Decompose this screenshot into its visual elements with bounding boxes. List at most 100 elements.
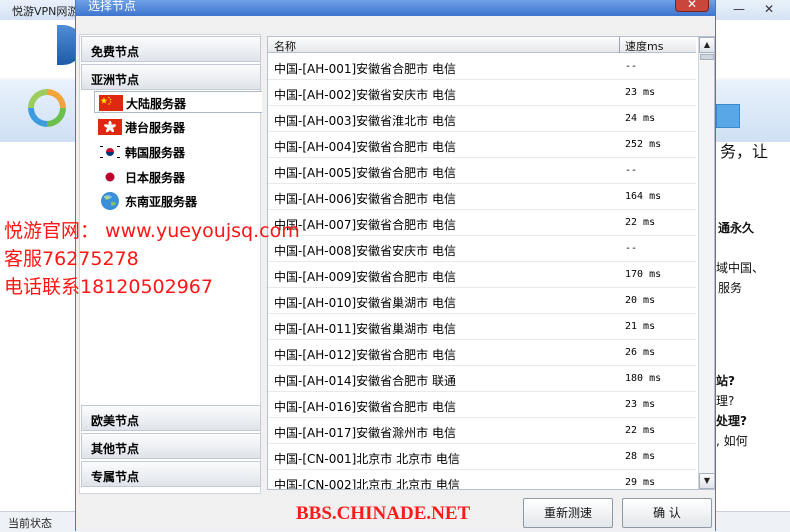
server-speed: 22 ms <box>625 425 656 436</box>
server-speed: 20 ms <box>625 295 656 306</box>
server-row[interactable]: 中国-[AH-006]安徽省合肥市 电信 164 ms <box>268 184 696 210</box>
category-asia[interactable]: 亚洲节点 <box>81 64 261 90</box>
side-text: 站? <box>716 374 735 388</box>
server-group-mainland[interactable]: 大陆服务器 <box>94 91 262 113</box>
server-row[interactable]: 中国-[AH-008]安徽省安庆市 电信 -- <box>268 236 696 262</box>
retest-speed-button[interactable]: 重新测速 <box>523 498 613 528</box>
server-name: 中国-[AH-001]安徽省合肥市 电信 <box>274 62 456 76</box>
dialog-title-bar: 选择节点 ✕ <box>76 0 715 16</box>
server-row[interactable]: 中国-[AH-010]安徽省巢湖市 电信 20 ms <box>268 288 696 314</box>
server-group-label: 韩国服务器 <box>125 146 186 160</box>
server-row[interactable]: 中国-[AH-014]安徽省合肥市 联通 180 ms <box>268 366 696 392</box>
server-name: 中国-[AH-011]安徽省巢湖市 电信 <box>274 322 456 336</box>
server-speed: 164 ms <box>625 191 662 202</box>
status-text: 当前状态 <box>8 517 52 530</box>
side-text: 务，让 <box>720 142 769 161</box>
server-name: 中国-[CN-002]北京市 北京市 电信 <box>274 478 460 490</box>
column-header-name[interactable]: 名称 <box>274 38 296 54</box>
server-group-korea[interactable]: 韩国服务器 <box>94 141 262 163</box>
close-icon: ✕ <box>686 0 698 11</box>
server-speed: -- <box>625 165 638 176</box>
main-right-panel: 务，让 通永久 域中国、 服务 站? 理? 处理? , 如何 <box>716 142 790 512</box>
server-speed: -- <box>625 61 638 72</box>
server-row[interactable]: 中国-[AH-002]安徽省安庆市 电信 23 ms <box>268 80 696 106</box>
server-speed: 21 ms <box>625 321 656 332</box>
server-speed: 28 ms <box>625 451 656 462</box>
scroll-thumb[interactable] <box>700 54 714 60</box>
server-row[interactable]: 中国-[AH-001]安徽省合肥市 电信 -- <box>268 54 696 80</box>
korea-flag-icon <box>98 144 122 160</box>
server-row[interactable]: 中国-[AH-017]安徽省滁州市 电信 22 ms <box>268 418 696 444</box>
server-name: 中国-[AH-017]安徽省滁州市 电信 <box>274 426 456 440</box>
server-row[interactable]: 中国-[AH-004]安徽省合肥市 电信 252 ms <box>268 132 696 158</box>
server-speed: 180 ms <box>625 373 662 384</box>
server-group-label: 日本服务器 <box>125 171 186 185</box>
globe-icon <box>101 192 119 210</box>
server-row[interactable]: 中国-[AH-007]安徽省合肥市 电信 22 ms <box>268 210 696 236</box>
server-speed: 22 ms <box>625 217 656 228</box>
confirm-button[interactable]: 确 认 <box>622 498 712 528</box>
server-speed: 29 ms <box>625 477 656 488</box>
close-icon[interactable]: ✕ <box>756 2 782 18</box>
server-list: 名称 速度ms 中国-[AH-001]安徽省合肥市 电信 -- 中国-[AH-002… <box>267 36 715 490</box>
server-row[interactable]: 中国-[CN-002]北京市 北京市 电信 29 ms <box>268 470 696 490</box>
dialog-close-button[interactable]: ✕ <box>675 0 709 12</box>
scroll-up-icon[interactable]: ▲ <box>699 37 714 53</box>
minimize-icon[interactable]: — <box>726 2 752 18</box>
server-speed: 23 ms <box>625 399 656 410</box>
china-flag-icon <box>99 95 123 111</box>
server-name: 中国-[CN-001]北京市 北京市 电信 <box>274 452 460 466</box>
server-group-hk-tw[interactable]: 港台服务器 <box>94 116 262 138</box>
connect-button[interactable] <box>716 104 740 128</box>
main-window-title: 悦游VPN网游 <box>12 5 79 18</box>
server-row[interactable]: 中国-[AH-012]安徽省合肥市 电信 26 ms <box>268 340 696 366</box>
scroll-down-icon[interactable]: ▼ <box>699 473 714 489</box>
server-speed: -- <box>625 243 638 254</box>
category-europe-america[interactable]: 欧美节点 <box>81 405 261 431</box>
server-name: 中国-[AH-004]安徽省合肥市 电信 <box>274 140 456 154</box>
server-speed: 26 ms <box>625 347 656 358</box>
server-name: 中国-[AH-006]安徽省合肥市 电信 <box>274 192 456 206</box>
server-speed: 24 ms <box>625 113 656 124</box>
server-name: 中国-[AH-014]安徽省合肥市 联通 <box>274 374 456 388</box>
server-group-southeast-asia[interactable]: 东南亚服务器 <box>94 190 262 212</box>
side-text: 服务 <box>718 281 743 295</box>
server-group-label: 东南亚服务器 <box>125 195 198 209</box>
phone-overlay-text: 电话联系18120502967 <box>4 276 213 298</box>
server-row[interactable]: 中国-[AH-009]安徽省合肥市 电信 170 ms <box>268 262 696 288</box>
server-name: 中国-[AH-003]安徽省淮北市 电信 <box>274 114 456 128</box>
server-speed: 252 ms <box>625 139 662 150</box>
server-name: 中国-[AH-009]安徽省合肥市 电信 <box>274 270 456 284</box>
dialog-title: 选择节点 <box>88 0 137 13</box>
server-speed: 23 ms <box>625 87 656 98</box>
list-scrollbar[interactable]: ▲ ▼ <box>698 37 714 489</box>
list-header: 名称 速度ms <box>268 37 696 53</box>
server-name: 中国-[AH-002]安徽省安庆市 电信 <box>274 88 456 102</box>
side-text: 理? <box>716 394 735 408</box>
server-row[interactable]: 中国-[CN-001]北京市 北京市 电信 28 ms <box>268 444 696 470</box>
server-name: 中国-[AH-007]安徽省合肥市 电信 <box>274 218 456 232</box>
server-row[interactable]: 中国-[AH-003]安徽省淮北市 电信 24 ms <box>268 106 696 132</box>
category-free[interactable]: 免费节点 <box>81 36 261 62</box>
customer-service-overlay-text: 客服76275278 <box>4 248 139 270</box>
server-row[interactable]: 中国-[AH-016]安徽省合肥市 电信 23 ms <box>268 392 696 418</box>
server-group-label: 港台服务器 <box>125 121 186 135</box>
main-left-panel <box>0 142 75 512</box>
select-node-dialog: 选择节点 ✕ 免费节点 亚洲节点 大陆服务器 港台服务器 韩国服务器 日本服务器… <box>75 0 716 531</box>
category-dedicated[interactable]: 专属节点 <box>81 461 261 487</box>
website-overlay-text: 悦游官网： www.yueyoujsq.com <box>4 220 300 242</box>
server-name: 中国-[AH-012]安徽省合肥市 电信 <box>274 348 456 362</box>
column-divider[interactable] <box>619 37 620 53</box>
refresh-icon[interactable] <box>22 83 72 133</box>
japan-flag-icon <box>105 172 115 182</box>
side-text: 处理? <box>716 414 747 428</box>
side-text: , 如何 <box>716 434 748 448</box>
side-text: 通永久 <box>718 221 755 235</box>
category-other[interactable]: 其他节点 <box>81 433 261 459</box>
server-group-japan[interactable]: 日本服务器 <box>94 166 262 188</box>
server-row[interactable]: 中国-[AH-011]安徽省巢湖市 电信 21 ms <box>268 314 696 340</box>
server-name: 中国-[AH-008]安徽省安庆市 电信 <box>274 244 456 258</box>
hongkong-flag-icon <box>98 119 122 135</box>
server-row[interactable]: 中国-[AH-005]安徽省合肥市 电信 -- <box>268 158 696 184</box>
column-header-speed[interactable]: 速度ms <box>625 38 663 54</box>
